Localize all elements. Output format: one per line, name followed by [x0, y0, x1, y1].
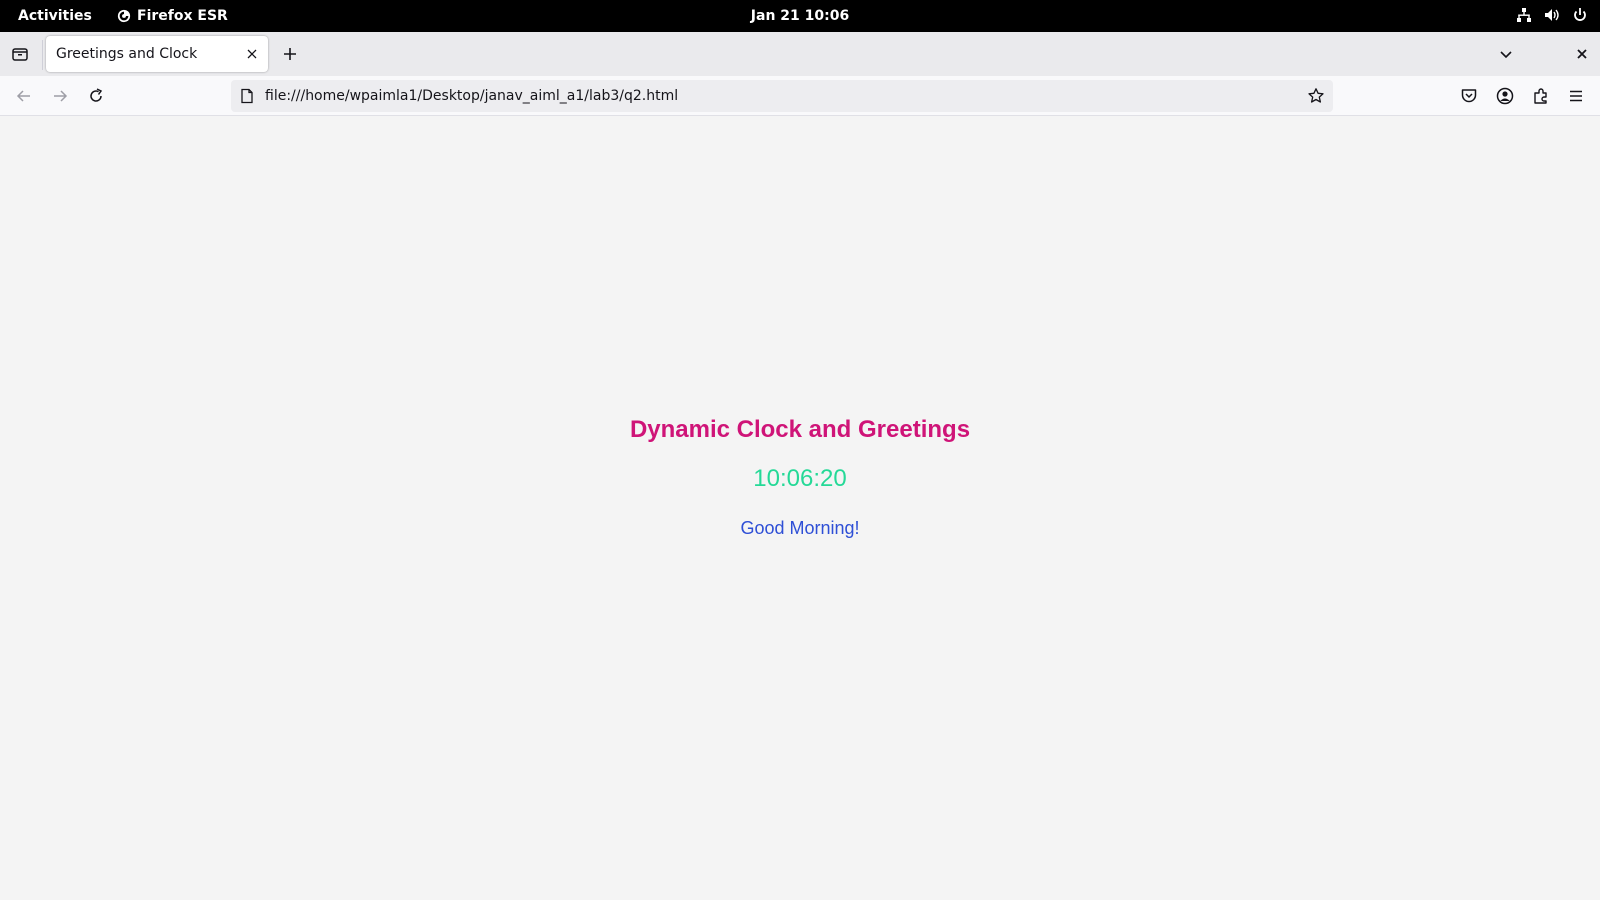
menu-icon[interactable]	[1566, 86, 1586, 106]
bookmark-star-icon[interactable]	[1307, 87, 1325, 105]
activities-button[interactable]: Activities	[18, 8, 92, 24]
tab-strip: Greetings and Clock	[0, 32, 1600, 76]
firefox-view-icon[interactable]	[10, 44, 30, 64]
clock-display: 10:06:20	[0, 465, 1600, 493]
account-icon[interactable]	[1495, 86, 1515, 106]
app-name: Firefox ESR	[137, 8, 228, 24]
system-top-bar: Activities Firefox ESR Jan 21 10:06	[0, 0, 1600, 32]
forward-arrow-icon[interactable]	[50, 86, 70, 106]
tab-greetings-and-clock[interactable]: Greetings and Clock	[46, 36, 268, 72]
clock-time: 10:06:20	[753, 465, 847, 492]
chevron-down-icon[interactable]	[1496, 44, 1516, 64]
url-bar[interactable]: file:///home/wpaimla1/Desktop/janav_aiml…	[231, 80, 1333, 112]
page-heading-text: Dynamic Clock and Greetings	[629, 416, 971, 443]
page-icon	[239, 88, 255, 104]
tab-title: Greetings and Clock	[56, 46, 198, 62]
tab-divider	[42, 40, 43, 70]
app-menu[interactable]: Firefox ESR	[117, 8, 228, 24]
page-heading: Dynamic Clock and Greetings	[0, 416, 1600, 444]
reload-icon[interactable]	[86, 86, 106, 106]
window-close-icon[interactable]	[1572, 44, 1592, 64]
power-icon[interactable]	[1572, 7, 1588, 23]
url-text[interactable]: file:///home/wpaimla1/Desktop/janav_aiml…	[265, 88, 678, 104]
extensions-icon[interactable]	[1531, 86, 1551, 106]
volume-icon[interactable]	[1544, 7, 1560, 23]
new-tab-icon[interactable]	[280, 44, 300, 64]
greeting-text: Good Morning!	[740, 518, 860, 538]
datetime-indicator[interactable]: Jan 21 10:06	[751, 8, 849, 24]
back-arrow-icon[interactable]	[14, 86, 34, 106]
network-icon[interactable]	[1516, 7, 1532, 23]
navigation-toolbar: file:///home/wpaimla1/Desktop/janav_aiml…	[0, 76, 1600, 116]
pocket-icon[interactable]	[1459, 86, 1479, 106]
close-tab-icon[interactable]	[244, 46, 260, 62]
firefox-icon	[117, 9, 131, 23]
page-content: Dynamic Clock and Greetings 10:06:20 Goo…	[0, 117, 1600, 900]
greeting-message: Good Morning!	[0, 518, 1600, 539]
